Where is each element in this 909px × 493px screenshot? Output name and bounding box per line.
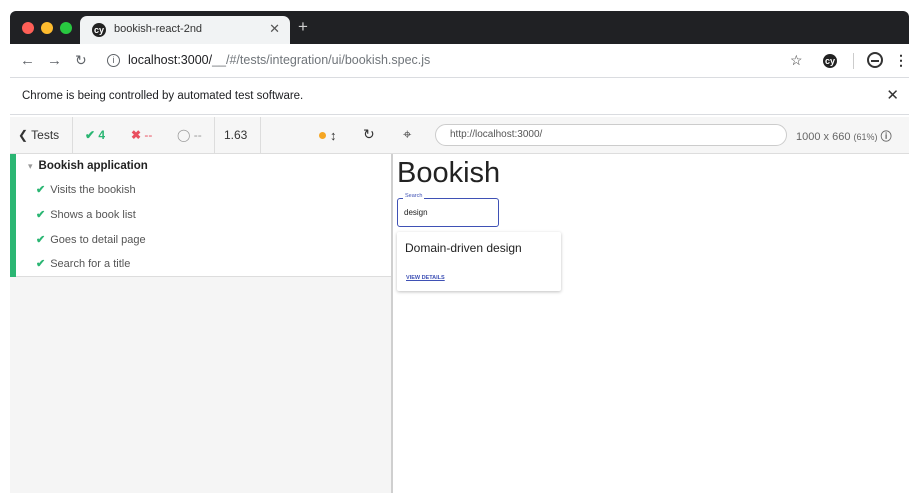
divider: [72, 117, 73, 154]
tab-title: bookish-react-2nd: [114, 23, 203, 35]
view-details-button[interactable]: VIEW DETAILS: [406, 275, 445, 281]
bookmark-star-icon[interactable]: ☆: [790, 52, 803, 69]
passed-count: ✔ 4: [85, 128, 106, 142]
cypress-logo-icon: cy: [92, 23, 106, 37]
infobar-message: Chrome is being controlled by automated …: [22, 90, 304, 102]
info-icon[interactable]: i: [107, 54, 120, 67]
aut-url-field[interactable]: http://localhost:3000/: [435, 124, 787, 146]
check-icon: ✔: [36, 234, 46, 246]
search-input[interactable]: Search design: [397, 193, 499, 227]
menu-kebab-icon[interactable]: ⋮: [894, 52, 908, 69]
forward-arrow-icon[interactable]: →: [47, 52, 62, 69]
viewport-info-icon: ⓘ: [880, 131, 892, 143]
check-icon: ✔: [36, 209, 46, 221]
viewport-size: 1000 x 660 (61%) ⓘ: [796, 131, 892, 143]
check-icon: ✔: [36, 184, 46, 196]
tests-back-button[interactable]: ❮ Tests: [18, 128, 59, 142]
check-icon: ✔: [36, 258, 46, 270]
reload-icon[interactable]: ↻: [75, 52, 87, 69]
minimize-window-button[interactable]: [41, 22, 53, 34]
suite-title[interactable]: ▾ Bookish application: [28, 160, 148, 172]
pending-count: ◯ --: [177, 128, 202, 142]
caret-down-icon: ▾: [28, 161, 33, 171]
browser-tab[interactable]: cy bookish-react-2nd ✕: [80, 16, 290, 44]
tab-close-icon[interactable]: ✕: [269, 21, 280, 37]
rerun-icon[interactable]: ↻: [363, 126, 375, 143]
reporter-header: ❮ Tests ✔ 4 ✖ -- ◯ -- 1.63 ↕ ↻: [10, 117, 393, 154]
back-arrow-icon[interactable]: ←: [20, 52, 35, 69]
running-indicator-icon: [319, 132, 326, 139]
test-item[interactable]: ✔ Shows a book list: [36, 208, 136, 221]
selector-playground-icon[interactable]: ⌖: [403, 126, 411, 143]
browser-titlebar: cy bookish-react-2nd ✕ +: [10, 11, 909, 44]
failed-count: ✖ --: [131, 128, 153, 142]
automation-infobar: Chrome is being controlled by automated …: [10, 78, 909, 115]
aut-header: ⌖ http://localhost:3000/ 1000 x 660 (61%…: [393, 117, 909, 154]
cypress-extension-icon[interactable]: cy: [823, 54, 837, 68]
new-tab-button[interactable]: +: [298, 17, 308, 37]
close-window-button[interactable]: [22, 22, 34, 34]
book-title: Domain-driven design: [405, 241, 522, 255]
divider: [260, 117, 261, 154]
pass-indicator: [10, 154, 16, 277]
toolbar-divider: [853, 53, 854, 69]
profile-icon[interactable]: [867, 52, 883, 68]
maximize-window-button[interactable]: [60, 22, 72, 34]
app-preview: Bookish Search design Domain-driven desi…: [393, 154, 909, 493]
search-value: design: [404, 208, 428, 217]
page-title: Bookish: [397, 157, 501, 189]
suite-block: ▾ Bookish application ✔ Visits the bookish…: [10, 154, 391, 277]
test-item[interactable]: ✔ Visits the bookish: [36, 183, 136, 196]
test-item[interactable]: ✔ Search for a title: [36, 257, 130, 270]
duration: 1.63: [224, 128, 248, 142]
test-item[interactable]: ✔ Goes to detail page: [36, 233, 146, 246]
infobar-close-icon[interactable]: ✕: [886, 86, 899, 104]
address-bar: ← → ↻ i localhost:3000/__/#/tests/integr…: [10, 44, 909, 78]
book-card: Domain-driven design VIEW DETAILS: [397, 232, 561, 291]
scroll-toggle-icon[interactable]: ↕: [330, 128, 337, 143]
search-label: Search: [403, 193, 425, 199]
reporter-panel: ▾ Bookish application ✔ Visits the bookish…: [10, 154, 391, 493]
url-field[interactable]: localhost:3000/__/#/tests/integration/ui…: [128, 53, 430, 67]
divider: [214, 117, 215, 154]
